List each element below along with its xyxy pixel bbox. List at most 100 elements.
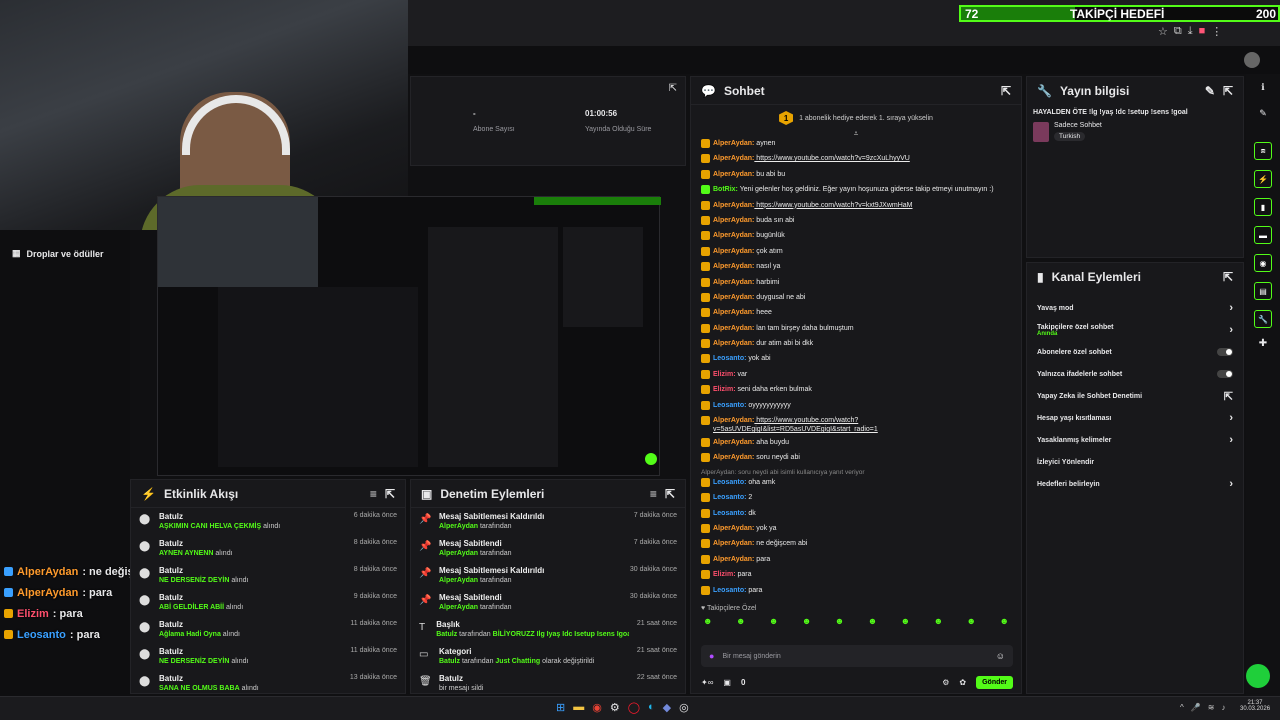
chat-username[interactable]: AlperAydan: [713,556,754,563]
chat-message[interactable]: AlperAydan: aynen [691,139,1021,154]
chevron-right-icon[interactable]: › [1229,324,1233,336]
activity-item[interactable]: ⬤ Batulz Ağlama Hadi Oyna alındı 11 dakika … [131,616,405,643]
mic-icon[interactable]: 🎤 [1191,703,1201,712]
chat-message[interactable]: AlperAydan: dur atim abi bi dkk [691,339,1021,354]
dock-chat-button[interactable]: ▬ [1254,226,1272,244]
emote-icon[interactable]: ☻ [868,616,877,626]
dock-moderation-button[interactable]: ▮ [1254,198,1272,216]
chat-message[interactable]: AlperAydan: soru neydi abi [691,453,1021,468]
explorer-icon[interactable]: ▬ [573,701,584,714]
scroll-down-icon[interactable]: ⩡ [691,129,1021,139]
extensions-icon[interactable]: ⧉ [1174,25,1182,38]
chat-username[interactable]: AlperAydan: [713,171,754,178]
chat-message[interactable]: AlperAydan: bu abi bu [691,169,1021,185]
chevron-right-icon[interactable]: › [1229,302,1233,314]
chat-username[interactable]: Elizim: [713,371,736,378]
chevron-right-icon[interactable]: › [1229,412,1233,424]
star-icon[interactable]: ☆ [1158,25,1168,38]
menu-icon[interactable]: ⋮ [1211,25,1222,38]
chat-username[interactable]: AlperAydan: [713,279,754,286]
bag-icon[interactable]: ▣ [723,678,731,687]
chat-message[interactable]: Leosanto: oyyyyyyyyyyy [691,400,1021,416]
chat-text[interactable]: https://www.youtube.com/watch?v=kxt9JXwm… [754,202,912,209]
chat-username[interactable]: AlperAydan: [713,340,754,347]
emoji-icon[interactable]: ☺ [996,651,1005,661]
chat-message[interactable]: AlperAydan: yok ya [691,523,1021,539]
send-button[interactable]: Gönder [976,675,1013,689]
profile-icon[interactable]: ■ [1199,25,1206,38]
chat-message[interactable]: Leosanto: 2 [691,493,1021,508]
obs-icon[interactable]: ◎ [679,701,689,714]
popout-icon[interactable]: ⇱ [1223,270,1233,284]
volume-icon[interactable]: ♪ [1221,703,1225,712]
chat-username[interactable]: AlperAydan: [713,325,754,332]
chat-message[interactable]: Leosanto: para [691,585,1021,601]
discord-icon[interactable]: ◆ [663,701,671,714]
channel-action-item[interactable]: İzleyici Yönlendir [1027,451,1243,473]
chat-message[interactable]: AlperAydan: nasıl ya [691,262,1021,277]
chat-message[interactable]: AlperAydan: ne değişcem abi [691,539,1021,554]
chat-message[interactable]: AlperAydan: https://www.youtube.com/watc… [691,416,1021,438]
activity-item[interactable]: ⬤ Batulz ABİ GELDİLER ABİİ alındı 9 dakika … [131,589,405,616]
popout-icon[interactable]: ⇱ [665,487,675,501]
moderation-item[interactable]: 🗑 Batulz bir mesajı sildi 22 saat önce [411,670,685,697]
popout-icon[interactable]: ⇱ [385,487,395,501]
activity-item[interactable]: ⬤ Batulz AYNEN AYNENN alındı 8 dakika önce [131,535,405,562]
chat-message[interactable]: Elizim: para [691,570,1021,585]
emote-icon[interactable]: ☻ [769,616,778,626]
chat-message[interactable]: Elizim: seni daha erken bulmak [691,385,1021,400]
chat-message[interactable]: BotRix: Yeni gelenler hoş geldiniz. Eğer… [691,185,1021,200]
chat-message[interactable]: AlperAydan: buda sın abi [691,215,1021,231]
chat-username[interactable]: Elizim: [713,571,736,578]
edit-icon[interactable]: ✎ [1205,84,1215,98]
chat-message[interactable]: AlperAydan: harbimi [691,277,1021,293]
settings-icon[interactable]: ⚙ [610,701,620,714]
chat-message[interactable]: AlperAydan: https://www.youtube.com/watc… [691,200,1021,216]
channel-action-item[interactable]: Yalnızca ifadelerle sohbet [1027,363,1243,385]
moderation-item[interactable]: 📌 Mesaj Sabitlemesi Kaldırıldı AlperAydan … [411,562,685,589]
chat-username[interactable]: BotRix: [713,186,738,193]
emote-icon[interactable]: ☻ [901,616,910,626]
channel-action-item[interactable]: Takipçilere özel sohbet Anında › [1027,319,1243,341]
chat-input[interactable]: ● Bir mesaj gönderin ☺ [701,645,1013,667]
emote-icon[interactable]: ☻ [999,616,1008,626]
chat-username[interactable]: Leosanto: [713,402,746,409]
moderation-item[interactable]: 📌 Mesaj Sabitlendi AlperAydan tarafından 30… [411,589,685,616]
chat-username[interactable]: AlperAydan: [713,202,754,209]
emote-picker-icon[interactable]: ✿ [959,678,966,687]
infinity-icon[interactable]: ✦∞ [701,678,713,687]
clock[interactable]: 21:37 30.03.2026 [1240,700,1270,712]
chevron-right-icon[interactable]: › [1229,478,1233,490]
chat-username[interactable]: AlperAydan: [713,309,754,316]
popout-icon[interactable]: ⇱ [1223,84,1233,98]
chat-username[interactable]: AlperAydan: [713,540,754,547]
dock-preview-button[interactable]: ⧈ [1254,142,1272,160]
channel-action-item[interactable]: Abonelere özel sohbet [1027,341,1243,363]
toggle-switch[interactable] [1217,348,1233,356]
chat-message[interactable]: Leosanto: yok abi [691,354,1021,369]
activity-item[interactable]: ⬤ Batulz AŞKIMIN CANI HELVA ÇEKMİŞ alındı 6… [131,508,405,535]
channel-action-item[interactable]: Yapay Zeka ile Sohbet Denetimi ⇱ [1027,385,1243,407]
filter-icon[interactable]: ≡ [650,487,657,501]
activity-item[interactable]: ⬤ Batulz NE DERSENİZ DEYİN alındı 8 dakika … [131,562,405,589]
popout-icon[interactable]: ⇱ [1001,84,1011,98]
chat-message[interactable]: AlperAydan: https://www.youtube.com/watc… [691,154,1021,169]
channel-action-item[interactable]: Hedefleri belirleyin › [1027,473,1243,495]
edit-icon[interactable]: ✎ [1246,108,1280,122]
moderation-item[interactable]: T Başlık Batulz tarafından BİLİYORUZZ Ilg … [411,616,685,643]
dock-tools-button[interactable]: 🔧 [1254,310,1272,328]
emote-icon[interactable]: ☻ [703,616,712,626]
chat-username[interactable]: AlperAydan: [713,217,754,224]
chat-username[interactable]: AlperAydan: [713,263,754,270]
moderation-item[interactable]: 📌 Mesaj Sabitlendi AlperAydan tarafından 7 … [411,535,685,562]
dock-info-button[interactable]: ▤ [1254,282,1272,300]
chrome-icon[interactable]: ◉ [592,701,602,714]
wifi-icon[interactable]: ≋ [1208,703,1215,712]
chat-text[interactable]: https://www.youtube.com/watch?v=9zcXuLhy… [754,155,910,162]
chat-message[interactable]: Leosanto: dk [691,508,1021,524]
activity-item[interactable]: ⬤ Batulz SANA NE OLMUS BABA alındı 13 dakik… [131,670,405,697]
chat-username[interactable]: Leosanto: [713,355,746,362]
chat-username[interactable]: Leosanto: [713,510,746,517]
moderation-item[interactable]: ▭ Kategori Batulz tarafından Just Chatting… [411,643,685,670]
info-icon[interactable]: ℹ [1246,82,1280,96]
